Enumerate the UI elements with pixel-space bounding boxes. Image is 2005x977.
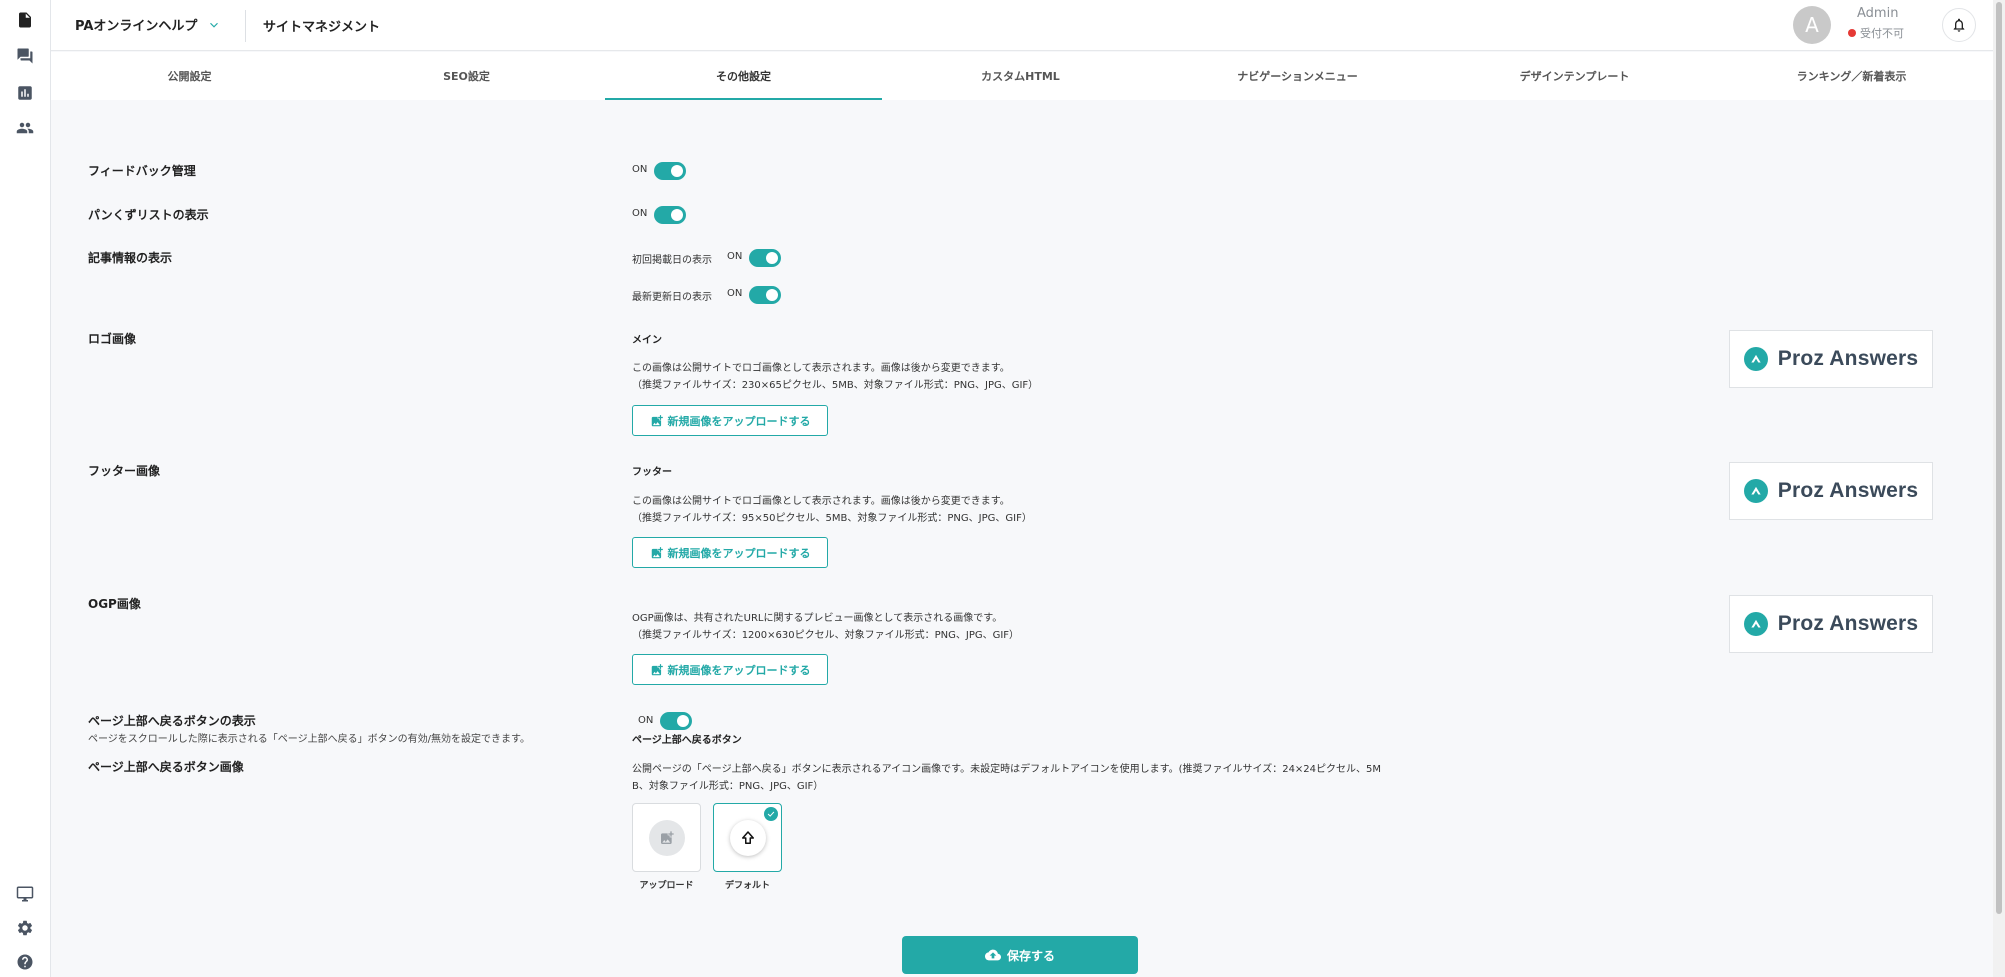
updated-date-label: 最新更新日の表示 xyxy=(632,292,712,303)
ogp-desc2: （推奨ファイルサイズ：1200×630ピクセル、対象ファイル形式：PNG、JPG… xyxy=(632,630,1020,641)
notification-button[interactable] xyxy=(1942,8,1976,42)
footer-desc2: （推奨ファイルサイズ：95×50ピクセル、5MB、対象ファイル形式：PNG、JP… xyxy=(632,513,1032,524)
footer-preview-text: Proz Answers xyxy=(1777,479,1919,502)
tab-ranking-new[interactable]: ランキング／新着表示 xyxy=(1713,52,1990,100)
first-date-toggle[interactable] xyxy=(749,249,781,267)
help-icon[interactable] xyxy=(14,951,36,973)
ogp-desc1: OGP画像は、共有されたURLに関するプレビュー画像として表示される画像です。 xyxy=(632,613,1003,624)
upload-option-label: アップロード xyxy=(639,881,694,891)
back-to-top-toggle[interactable] xyxy=(660,712,692,730)
footer-upload-label: 新規画像をアップロードする xyxy=(667,546,811,560)
logo-sublabel: メイン xyxy=(632,335,662,346)
check-icon xyxy=(764,807,778,821)
logo-upload-button[interactable]: 新規画像をアップロードする xyxy=(632,405,828,436)
settings-tabs: 公開設定 SEO設定 その他設定 カスタムHTML ナビゲーションメニュー デザ… xyxy=(51,52,1993,100)
brand-logo-icon xyxy=(1743,612,1768,636)
brand-logo-icon xyxy=(1743,479,1768,503)
article-info-label: 記事情報の表示 xyxy=(88,251,173,265)
top-header: PAオンラインヘルプ サイトマネジメント A Admin 受付不可 xyxy=(51,0,1993,51)
first-date-label: 初回掲載日の表示 xyxy=(632,255,712,266)
bell-icon xyxy=(1953,18,1965,32)
feedback-label: フィードバック管理 xyxy=(88,164,196,178)
chat-icon[interactable] xyxy=(14,45,36,67)
user-name: Admin xyxy=(1857,6,1899,21)
logo-label: ロゴ画像 xyxy=(88,332,137,346)
status-dot-icon xyxy=(1848,29,1856,37)
save-button[interactable]: 保存する xyxy=(902,936,1138,974)
document-icon[interactable] xyxy=(14,9,36,31)
ogp-preview-text: Proz Answers xyxy=(1777,612,1919,635)
logo-desc2: （推奨ファイルサイズ：230×65ピクセル、5MB、対象ファイル形式：PNG、J… xyxy=(632,380,1039,391)
footer-image-label: フッター画像 xyxy=(88,464,161,478)
chevron-down-icon xyxy=(210,22,219,28)
add-image-icon xyxy=(651,414,663,426)
cloud-upload-icon xyxy=(984,949,1001,961)
tab-seo-settings[interactable]: SEO設定 xyxy=(328,52,605,100)
gear-icon[interactable] xyxy=(14,917,36,939)
save-button-label: 保存する xyxy=(1006,948,1055,963)
ogp-label: OGP画像 xyxy=(88,597,141,611)
user-status-label: 受付不可 xyxy=(1860,27,1904,40)
default-option-label: デフォルト xyxy=(724,881,770,891)
users-icon[interactable] xyxy=(14,117,36,139)
upload-icon-option[interactable] xyxy=(632,803,701,872)
brand-logo-icon xyxy=(1743,347,1768,371)
breadcrumb-state: ON xyxy=(632,208,648,219)
avatar[interactable]: A xyxy=(1793,6,1831,44)
updated-date-state: ON xyxy=(727,288,743,299)
back-to-top-label: ページ上部へ戻るボタンの表示 xyxy=(88,714,256,728)
logo-desc1: この画像は公開サイトでロゴ画像として表示されます。画像は後から変更できます。 xyxy=(632,363,1010,374)
chart-icon[interactable] xyxy=(14,82,36,104)
tab-custom-html[interactable]: カスタムHTML xyxy=(882,52,1159,100)
feedback-toggle[interactable] xyxy=(654,162,686,180)
section-title: サイトマネジメント xyxy=(263,20,381,35)
user-status: 受付不可 xyxy=(1848,25,1904,41)
back-to-top-state: ON xyxy=(638,715,654,726)
logo-preview-text: Proz Answers xyxy=(1777,347,1919,370)
back-to-top-image-desc1: 公開ページの「ページ上部へ戻る」ボタンに表示されるアイコン画像です。未設定時はデ… xyxy=(632,764,1382,775)
feedback-state: ON xyxy=(632,164,648,175)
left-rail xyxy=(0,0,51,977)
logo-upload-label: 新規画像をアップロードする xyxy=(667,414,811,428)
back-to-top-image-label: ページ上部へ戻るボタン画像 xyxy=(88,760,244,774)
back-to-top-description: ページをスクロールした際に表示される「ページ上部へ戻る」ボタンの有効/無効を設定… xyxy=(88,734,530,745)
tab-design-template[interactable]: デザインテンプレート xyxy=(1436,52,1713,100)
scrollbar-thumb[interactable] xyxy=(1996,2,2002,914)
divider xyxy=(245,10,246,42)
footer-upload-button[interactable]: 新規画像をアップロードする xyxy=(632,537,828,568)
logo-preview: Proz Answers xyxy=(1729,330,1933,388)
arrow-up-icon xyxy=(729,819,766,856)
first-date-state: ON xyxy=(727,251,743,262)
updated-date-toggle[interactable] xyxy=(749,286,781,304)
ogp-preview: Proz Answers xyxy=(1729,595,1933,653)
back-to-top-sublabel: ページ上部へ戻るボタン xyxy=(632,735,742,746)
tab-public-settings[interactable]: 公開設定 xyxy=(51,52,328,100)
ogp-upload-label: 新規画像をアップロードする xyxy=(667,663,811,677)
scrollbar[interactable] xyxy=(1993,0,2005,977)
back-to-top-image-desc2: B、対象ファイル形式：PNG、JPG、GIF） xyxy=(632,781,824,792)
tab-other-settings[interactable]: その他設定 xyxy=(605,52,882,100)
footer-desc1: この画像は公開サイトでロゴ画像として表示されます。画像は後から変更できます。 xyxy=(632,496,1010,507)
upload-image-icon xyxy=(648,819,685,856)
site-name: PAオンラインヘルプ xyxy=(75,19,198,34)
monitor-icon[interactable] xyxy=(14,883,36,905)
add-image-icon xyxy=(651,663,663,675)
ogp-upload-button[interactable]: 新規画像をアップロードする xyxy=(632,654,828,685)
site-selector[interactable]: PAオンラインヘルプ xyxy=(75,15,221,34)
breadcrumb-toggle[interactable] xyxy=(654,206,686,224)
default-icon-option[interactable] xyxy=(713,803,782,872)
breadcrumb-label: パンくずリストの表示 xyxy=(88,208,209,222)
add-image-icon xyxy=(651,546,663,558)
footer-sublabel: フッター xyxy=(632,467,672,478)
tab-navigation-menu[interactable]: ナビゲーションメニュー xyxy=(1159,52,1436,100)
footer-preview: Proz Answers xyxy=(1729,462,1933,520)
